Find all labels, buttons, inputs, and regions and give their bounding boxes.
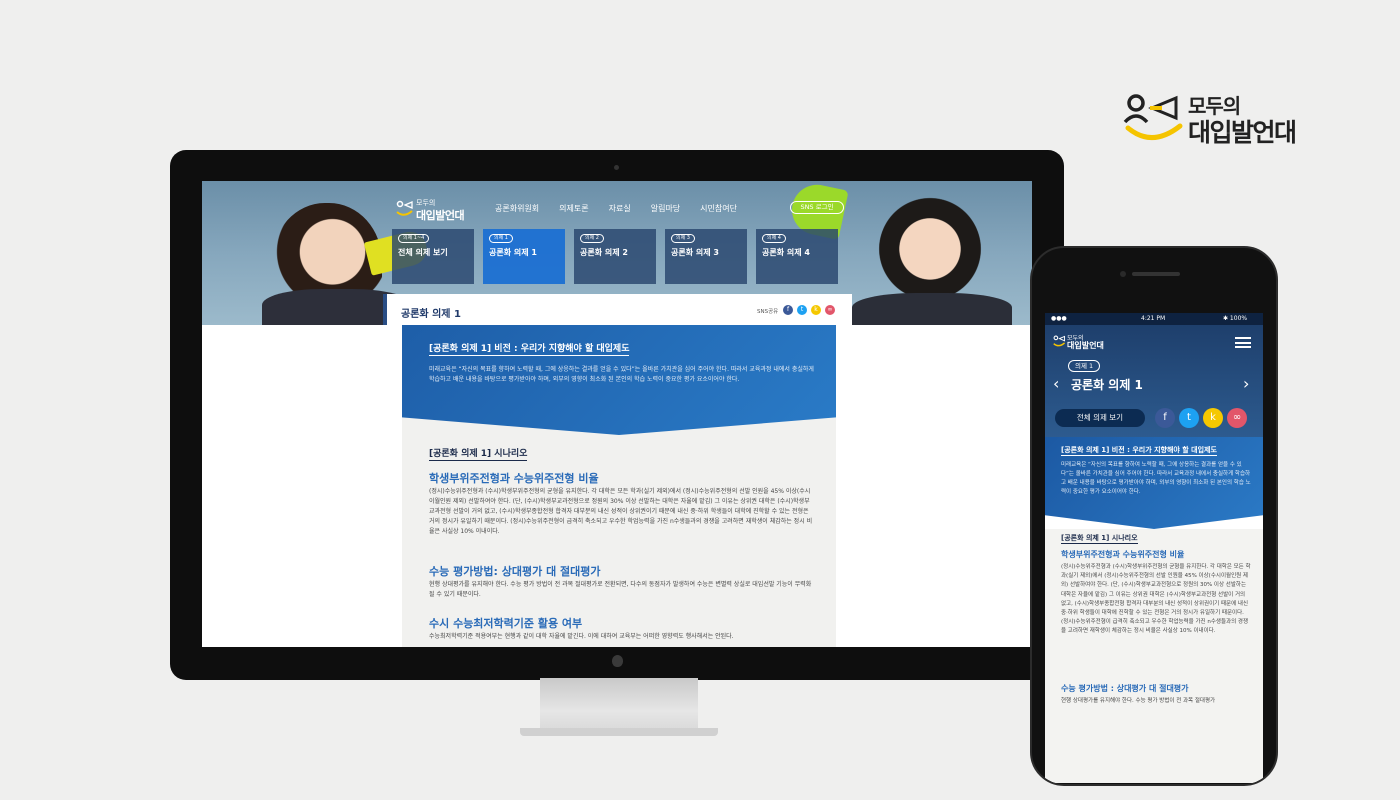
vision-title: [공론화 의제 1] 비전 : 우리가 지향해야 할 대입제도 — [429, 341, 630, 356]
nav-menu: 공론화위원회 의제토론 자료실 알림마당 시민참여단 — [495, 203, 757, 214]
brand-logo: 모두의 대입발언대 — [1122, 88, 1312, 148]
desktop-monitor: 모두의 대입발언대 공론화위원회 의제토론 자료실 알림마당 시민참여단 SNS… — [170, 150, 1064, 680]
section-text: 현행 상대평가를 유지해야 한다. 수능 평가 방법이 전 과목 절대평가로 전… — [429, 581, 812, 598]
mobile-vision-text: 미래교육은 “자신의 목표를 향하여 노력할 때, 그에 상응하는 결과를 얻을… — [1061, 462, 1251, 495]
tab-all-agenda[interactable]: 의제 1~4 전체 의제 보기 — [392, 229, 474, 284]
chevron-right-icon[interactable]: › — [1243, 374, 1249, 393]
section-text: 수능최저학력기준 적용여부는 현행과 같이 대학 자율에 맡긴다. 이에 대하여… — [429, 633, 734, 640]
vision-text: 미래교육은 “자신의 목표를 향하여 노력할 때, 그에 상응하는 결과를 얻을… — [429, 366, 814, 383]
tab-label: 공론화 의제 2 — [580, 248, 628, 257]
apple-logo-icon — [612, 655, 623, 667]
content-header: 공론화 의제 1 SNS공유 f t k ∞ — [383, 294, 852, 326]
page-title: 공론화 의제 1 — [401, 309, 461, 320]
page-body: [공론화 의제 1] 비전 : 우리가 지향해야 할 대입제도 미래교육은 “자… — [202, 325, 1032, 647]
status-time: 4:21 PM — [1141, 315, 1166, 322]
section-text: (정시)수능위주전형과 (수시)학생부위주전형의 균형을 유지한다. 각 대학은… — [429, 488, 813, 535]
tab-label: 공론화 의제 4 — [762, 248, 810, 257]
desktop-screen: 모두의 대입발언대 공론화위원회 의제토론 자료실 알림마당 시민참여단 SNS… — [202, 181, 1032, 647]
nav-item-citizen[interactable]: 시민참여단 — [700, 203, 737, 214]
boy-uniform — [852, 293, 1012, 329]
battery-indicator: ✱ 100% — [1223, 315, 1248, 322]
tab-label: 공론화 의제 3 — [671, 248, 719, 257]
facebook-icon[interactable]: f — [1155, 408, 1175, 428]
nav-item-library[interactable]: 자료실 — [609, 203, 631, 214]
tab-badge: 의제 2 — [580, 234, 604, 243]
agenda-tabs: 의제 1~4 전체 의제 보기 의제 1 공론화 의제 1 의제 2 공론화 의… — [392, 229, 847, 284]
mobile-vision-box: [공론화 의제 1] 비전 : 우리가 지향해야 할 대입제도 미래교육은 “자… — [1045, 437, 1263, 529]
tab-badge: 의제 4 — [762, 234, 786, 243]
logo-mark-icon — [1053, 335, 1066, 347]
tab-agenda-1[interactable]: 의제 1 공론화 의제 1 — [483, 229, 565, 284]
link-icon[interactable]: ∞ — [1227, 408, 1247, 428]
scenario-title: [공론화 의제 1] 시나리오 — [429, 446, 528, 461]
facebook-icon[interactable]: f — [783, 305, 793, 315]
monitor-stand-base — [520, 728, 718, 736]
mobile-page-title: 공론화 의제 1 — [1071, 378, 1143, 392]
tab-badge: 의제 1~4 — [398, 234, 430, 243]
megaphone-person-logo-icon — [1123, 94, 1183, 140]
mobile-scenario-title: [공론화 의제 1] 시나리오 — [1061, 534, 1138, 544]
phone-speaker — [1132, 272, 1180, 276]
kakao-icon[interactable]: k — [1203, 408, 1223, 428]
monitor-stand — [540, 678, 698, 733]
mobile-section-text: (정시)수능위주전형과 (수시)학생부위주전형의 균형을 유지한다. 각 대학은… — [1061, 564, 1251, 635]
phone-camera — [1120, 271, 1126, 277]
tab-label: 전체 의제 보기 — [398, 248, 448, 257]
section-title: 수능 평가방법: 상대평가 대 절대평가 — [429, 565, 601, 578]
section-title: 수시 수능최저학력기준 활용 여부 — [429, 617, 583, 630]
view-all-agenda-button[interactable]: 전체 의제 보기 — [1055, 409, 1145, 427]
nav-item-notice[interactable]: 알림마당 — [651, 203, 680, 214]
logo-mark-icon — [396, 200, 413, 216]
mobile-header: 모두의 대입발언대 의제 1 ‹ 공론화 의제 1 › 전체 의제 보기 f t… — [1045, 325, 1263, 437]
section-title: 학생부위주전형과 수능위주전형 비율 — [429, 472, 599, 485]
tab-agenda-3[interactable]: 의제 3 공론화 의제 3 — [665, 229, 747, 284]
tab-agenda-4[interactable]: 의제 4 공론화 의제 4 — [756, 229, 838, 284]
tab-badge: 의제 1 — [489, 234, 513, 243]
twitter-icon[interactable]: t — [1179, 408, 1199, 428]
site-logo-line2: 대입발언대 — [416, 209, 465, 222]
agenda-badge: 의제 1 — [1068, 360, 1101, 372]
nav-item-committee[interactable]: 공론화위원회 — [495, 203, 539, 214]
phone-screen: ●●● 4:21 PM ✱ 100% 모두의 대입발언대 의제 1 ‹ 공론화 … — [1045, 313, 1263, 783]
mobile-section-text: 현행 상대평가를 유지해야 한다. 수능 평가 방법이 전 과목 절대평가 — [1061, 698, 1216, 704]
hero-banner: 모두의 대입발언대 공론화위원회 의제토론 자료실 알림마당 시민참여단 SNS… — [202, 181, 1032, 329]
signal-indicator: ●●● — [1051, 315, 1067, 322]
link-icon[interactable]: ∞ — [825, 305, 835, 315]
status-bar: ●●● 4:21 PM ✱ 100% — [1045, 313, 1263, 325]
sns-login-button[interactable]: SNS 로그인 — [790, 201, 844, 214]
article: [공론화 의제 1] 비전 : 우리가 지향해야 할 대입제도 미래교육은 “자… — [402, 325, 836, 647]
tab-label: 공론화 의제 1 — [489, 248, 537, 257]
mobile-section-title: 학생부위주전형과 수능위주전형 비율 — [1061, 550, 1185, 559]
tab-badge: 의제 3 — [671, 234, 695, 243]
tab-agenda-2[interactable]: 의제 2 공론화 의제 2 — [574, 229, 656, 284]
vision-box: [공론화 의제 1] 비전 : 우리가 지향해야 할 대입제도 미래교육은 “자… — [402, 325, 836, 435]
share-label: SNS공유 — [757, 309, 779, 315]
mobile-phone: ●●● 4:21 PM ✱ 100% 모두의 대입발언대 의제 1 ‹ 공론화 … — [1030, 246, 1278, 786]
mobile-section-title: 수능 평가방법 : 상대평가 대 절대평가 — [1061, 684, 1189, 693]
twitter-icon[interactable]: t — [797, 305, 807, 315]
kakao-icon[interactable]: k — [811, 305, 821, 315]
brand-line2: 대입발언대 — [1188, 118, 1297, 147]
monitor-camera — [614, 165, 619, 170]
top-nav: 모두의 대입발언대 공론화위원회 의제토론 자료실 알림마당 시민참여단 SNS… — [202, 195, 1032, 225]
chevron-left-icon[interactable]: ‹ — [1053, 374, 1059, 393]
nav-item-agenda[interactable]: 의제토론 — [559, 203, 588, 214]
hamburger-menu-icon[interactable] — [1235, 337, 1251, 348]
mobile-article: [공론화 의제 1] 시나리오 학생부위주전형과 수능위주전형 비율 (정시)수… — [1045, 529, 1263, 783]
mobile-vision-title: [공론화 의제 1] 비전 : 우리가 지향해야 할 대입제도 — [1061, 446, 1217, 456]
mobile-logo[interactable]: 모두의 대입발언대 — [1053, 333, 1113, 353]
mobile-logo-line2: 대입발언대 — [1067, 341, 1104, 350]
site-logo[interactable]: 모두의 대입발언대 — [396, 198, 476, 224]
